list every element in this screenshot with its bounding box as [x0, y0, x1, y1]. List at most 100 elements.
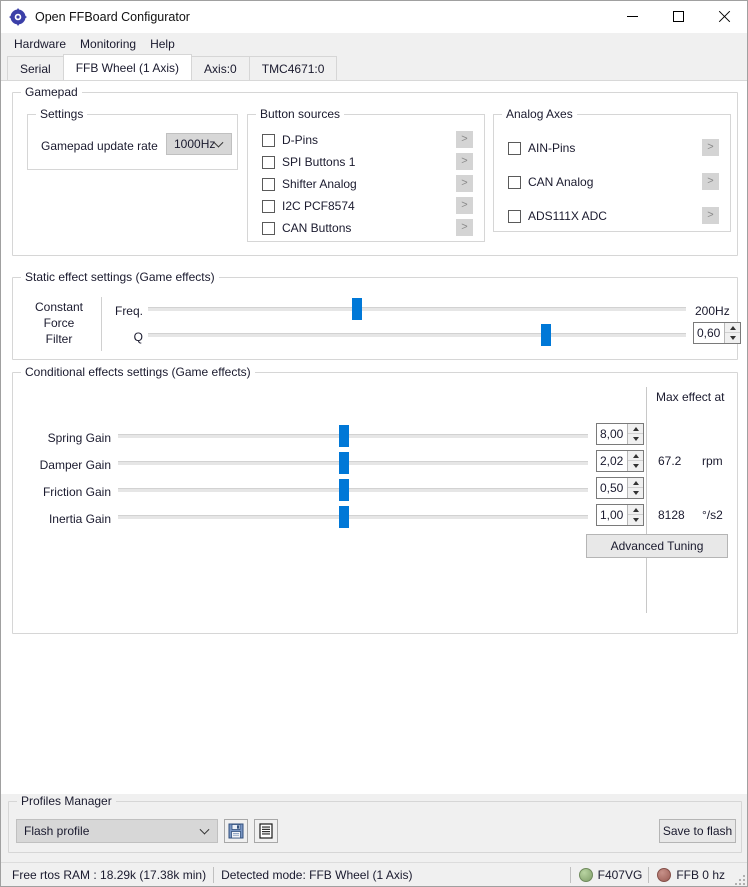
slider-handle[interactable] — [338, 506, 349, 528]
menu-help[interactable]: Help — [143, 35, 182, 53]
list-document-icon — [259, 823, 273, 839]
analog-axes-config-can-analog[interactable]: > — [702, 173, 719, 190]
tab-serial[interactable]: Serial — [7, 56, 64, 80]
tab-ffb-wheel[interactable]: FFB Wheel (1 Axis) — [62, 54, 193, 80]
gamepad-group: Gamepad Settings Gamepad update rate 100… — [12, 85, 738, 256]
q-label: Q — [133, 330, 143, 344]
checkbox-can-buttons[interactable]: CAN Buttons — [262, 219, 351, 237]
freq-slider[interactable] — [148, 298, 686, 320]
menu-hardware[interactable]: Hardware — [7, 35, 73, 53]
slider-handle[interactable] — [338, 425, 349, 447]
resize-grip[interactable] — [733, 873, 745, 885]
analog-axes-config-ain-pins[interactable]: > — [702, 139, 719, 156]
slider-handle[interactable] — [338, 452, 349, 474]
slider-track — [118, 515, 588, 519]
slider-track — [148, 333, 686, 337]
constant-force-filter-label-line1: Constant — [34, 300, 84, 314]
q-spinbox[interactable]: 0,60 — [693, 322, 741, 344]
spring-gain-spin-buttons — [627, 424, 643, 444]
gamepad-settings-group: Settings Gamepad update rate 1000Hz — [27, 107, 238, 170]
inertia-max-effect-unit: °/s2 — [702, 508, 723, 522]
triangle-down-icon — [632, 464, 639, 468]
inertia-gain-spin-up[interactable] — [628, 505, 643, 515]
button-sources-config-can-buttons[interactable]: > — [456, 219, 473, 236]
damper-gain-slider[interactable] — [118, 452, 588, 474]
minimize-button[interactable] — [609, 1, 655, 33]
menu-monitoring[interactable]: Monitoring — [73, 35, 143, 53]
checkbox-i2c-pcf8574[interactable]: I2C PCF8574 — [262, 197, 355, 215]
slider-handle[interactable] — [540, 324, 551, 346]
spring-gain-slider[interactable] — [118, 425, 588, 447]
checkbox-box[interactable] — [262, 133, 275, 147]
friction-gain-spin-up[interactable] — [628, 478, 643, 488]
checkbox-ads111x-adc[interactable]: ADS111X ADC — [508, 207, 607, 225]
app-window: Open FFBoard Configurator Hardware Monit… — [0, 0, 748, 887]
button-sources-config-d-pins[interactable]: > — [456, 131, 473, 148]
damper-gain-spin-up[interactable] — [628, 451, 643, 461]
checkbox-label: SPI Buttons 1 — [282, 155, 356, 169]
advanced-tuning-button[interactable]: Advanced Tuning — [586, 534, 728, 558]
checkbox-box[interactable] — [262, 199, 275, 213]
checkbox-shifter-analog[interactable]: Shifter Analog — [262, 175, 357, 193]
save-to-flash-button[interactable]: Save to flash — [659, 819, 736, 843]
checkbox-label: I2C PCF8574 — [282, 199, 355, 213]
q-spinbox-down[interactable] — [725, 333, 740, 343]
checkbox-box[interactable] — [262, 177, 275, 191]
q-spinbox-up[interactable] — [725, 323, 740, 333]
slider-track — [148, 307, 686, 311]
checkbox-box[interactable] — [508, 141, 521, 155]
constant-force-filter-label-line3: Filter — [45, 332, 73, 346]
spring-gain-spin-down[interactable] — [628, 434, 643, 444]
inertia-gain-value[interactable]: 1,00 — [597, 505, 627, 525]
gamepad-update-rate-select[interactable]: 1000Hz — [166, 133, 232, 155]
checkbox-box[interactable] — [508, 209, 521, 223]
damper-gain-spin-down[interactable] — [628, 461, 643, 471]
slider-handle[interactable] — [338, 479, 349, 501]
profile-select[interactable]: Flash profile — [16, 819, 218, 843]
profiles-manager-group: Profiles Manager Flash profile Save to f… — [8, 794, 742, 853]
slider-handle[interactable] — [352, 298, 363, 320]
triangle-up-icon — [632, 426, 639, 431]
checkbox-spi-buttons-1[interactable]: SPI Buttons 1 — [262, 153, 355, 171]
checkbox-can-analog[interactable]: CAN Analog — [508, 173, 593, 191]
spring-gain-value[interactable]: 8,00 — [597, 424, 627, 444]
damper-gain-label: Damper Gain — [39, 458, 111, 472]
friction-gain-slider[interactable] — [118, 479, 588, 501]
tab-axis-0[interactable]: Axis:0 — [191, 56, 250, 80]
analog-axes-config-ads111x-adc[interactable]: > — [702, 207, 719, 224]
button-sources-config-shifter-analog[interactable]: > — [456, 175, 473, 192]
triangle-down-icon — [632, 518, 639, 522]
save-profile-button[interactable] — [224, 819, 248, 843]
slider-track — [118, 434, 588, 438]
gamepad-update-rate-label: Gamepad update rate — [41, 139, 158, 153]
spring-gain-spin-up[interactable] — [628, 424, 643, 434]
max-effect-at-header: Max effect at — [656, 390, 725, 404]
profile-list-button[interactable] — [254, 819, 278, 843]
close-button[interactable] — [701, 1, 747, 33]
friction-gain-spinbox[interactable]: 0,50 — [596, 477, 644, 499]
spring-gain-spinbox[interactable]: 8,00 — [596, 423, 644, 445]
close-icon — [718, 11, 730, 23]
checkbox-ain-pins[interactable]: AIN-Pins — [508, 139, 575, 157]
maximize-button[interactable] — [655, 1, 701, 33]
q-slider[interactable] — [148, 324, 686, 346]
checkbox-box[interactable] — [262, 221, 275, 235]
checkbox-d-pins[interactable]: D-Pins — [262, 131, 318, 149]
window-controls — [609, 1, 747, 33]
q-spinbox-value[interactable]: 0,60 — [694, 323, 724, 343]
button-sources-config-i2c-pcf8574[interactable]: > — [456, 197, 473, 214]
friction-gain-spin-down[interactable] — [628, 488, 643, 498]
inertia-gain-spin-down[interactable] — [628, 515, 643, 525]
conditional-effects-group-label: Conditional effects settings (Game effec… — [21, 365, 255, 379]
damper-gain-value[interactable]: 2,02 — [597, 451, 627, 471]
triangle-down-icon — [729, 336, 736, 340]
button-sources-config-spi-buttons-1[interactable]: > — [456, 153, 473, 170]
checkbox-box[interactable] — [262, 155, 275, 169]
inertia-gain-label: Inertia Gain — [48, 512, 111, 526]
friction-gain-value[interactable]: 0,50 — [597, 478, 627, 498]
inertia-gain-slider[interactable] — [118, 506, 588, 528]
tab-tmc4671-0[interactable]: TMC4671:0 — [248, 56, 338, 80]
checkbox-box[interactable] — [508, 175, 521, 189]
damper-gain-spinbox[interactable]: 2,02 — [596, 450, 644, 472]
inertia-gain-spinbox[interactable]: 1,00 — [596, 504, 644, 526]
